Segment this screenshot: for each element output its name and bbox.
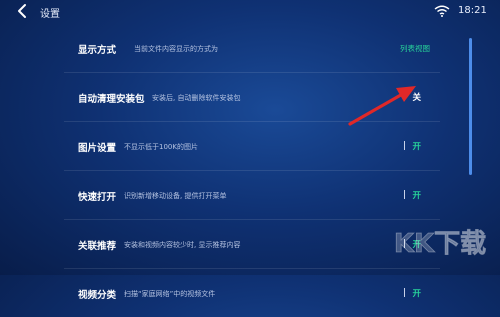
toggle-divider [404,288,405,297]
annotation-arrow-icon [348,86,416,126]
setting-description: 安装和视频内容较少时, 显示推荐内容 [124,241,241,249]
setting-description: 不显示低于100K的图片 [124,143,198,151]
quick-open-toggle[interactable]: 开 [412,189,421,201]
page-title: 设置 [40,9,60,20]
setting-label: 图片设置 [78,143,117,154]
setting-related-recommend[interactable]: 关联推荐 安装和视频内容较少时, 显示推荐内容 开 [64,220,440,269]
svg-text:KK下载: KK下载 [394,229,486,259]
setting-quick-open[interactable]: 快速打开 识别新增移动设备, 提供打开菜单 开 [64,171,440,220]
setting-label: 视频分类 [78,290,117,301]
clock: 18:21 [458,5,487,16]
setting-display-mode[interactable]: 显示方式 当前文件内容显示的方式为 列表视图 [64,24,440,73]
status-bar: 设置 18:21 [0,0,500,24]
settings-list: 显示方式 当前文件内容显示的方式为 列表视图 自动清理安装包 安装后, 自动删除… [64,24,440,317]
setting-label: 关联推荐 [78,241,117,252]
setting-video-category[interactable]: 视频分类 扫描“家庭网络”中的视频文件 开 [64,269,440,317]
video-category-toggle[interactable]: 开 [412,287,421,299]
setting-label: 显示方式 [78,45,117,56]
setting-description: 安装后, 自动删除软件安装包 [152,94,241,102]
setting-description: 当前文件内容显示的方式为 [134,45,218,53]
setting-description: 识别新增移动设备, 提供打开菜单 [124,192,227,200]
watermark-logo-icon: KK下载 [393,229,486,260]
setting-label: 自动清理安装包 [78,94,145,105]
toggle-divider [404,190,405,199]
image-toggle[interactable]: 开 [412,140,421,152]
toggle-divider [404,141,405,150]
scrollbar[interactable] [469,38,472,175]
back-arrow-icon[interactable] [14,2,32,20]
display-mode-value[interactable]: 列表视图 [400,43,430,54]
setting-label: 快速打开 [78,192,117,203]
wifi-icon [434,5,450,17]
setting-description: 扫描“家庭网络”中的视频文件 [124,290,216,298]
